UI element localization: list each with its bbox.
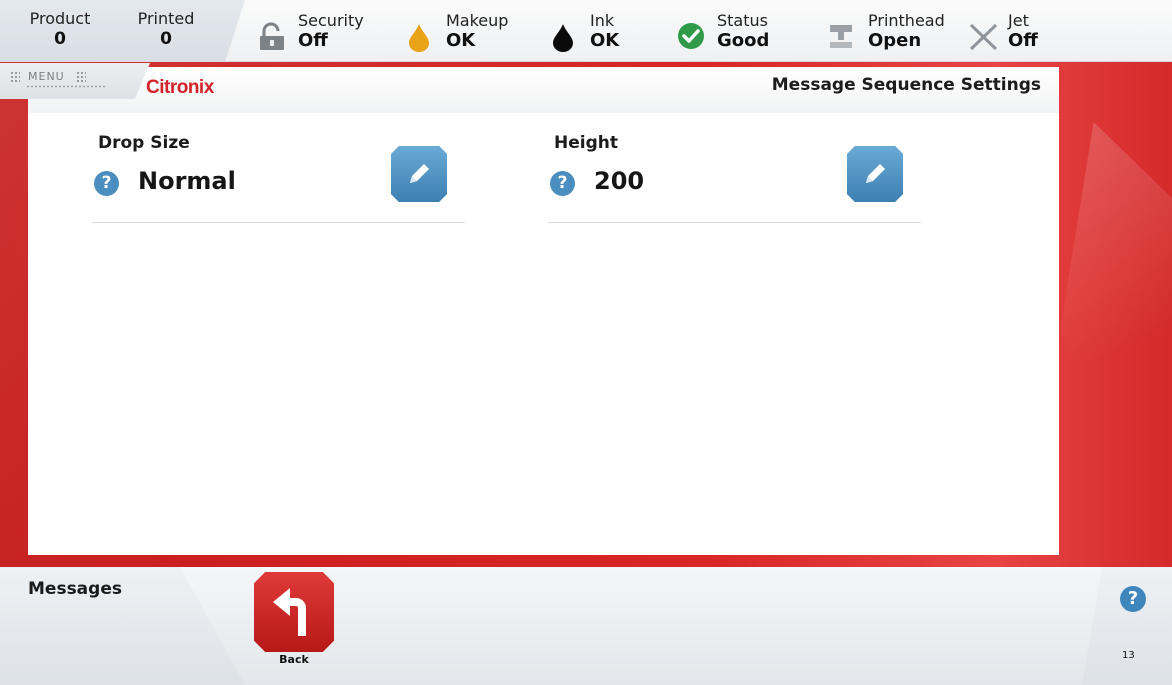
jet-status[interactable]: Jet Off bbox=[968, 12, 1058, 52]
jet-value: Off bbox=[1008, 30, 1038, 51]
brand-logo: Citronix bbox=[146, 77, 214, 98]
drop-size-label: Drop Size bbox=[98, 133, 190, 153]
drop-size-setting: Drop Size ? Normal bbox=[92, 133, 465, 223]
ink-label: Ink bbox=[590, 11, 615, 30]
pencil-icon bbox=[866, 164, 885, 183]
product-counter-value: 0 bbox=[54, 29, 66, 49]
height-setting: Height ? 200 bbox=[548, 133, 921, 223]
product-counter: Product 0 bbox=[22, 10, 98, 48]
help-icon[interactable]: ? bbox=[1120, 586, 1146, 612]
makeup-label: Makeup bbox=[446, 11, 509, 30]
status-bar: Product 0 Printed 0 Security Off Makeup … bbox=[0, 0, 1172, 62]
section-title: Messages bbox=[28, 579, 122, 599]
security-label: Security bbox=[298, 11, 364, 30]
status-label: Status bbox=[717, 11, 768, 30]
security-value: Off bbox=[298, 30, 328, 51]
menu-button[interactable]: MENU bbox=[0, 63, 150, 99]
status-value: Good bbox=[717, 30, 770, 51]
menu-dotline bbox=[26, 85, 106, 88]
makeup-drop-icon bbox=[406, 22, 436, 52]
drop-size-help-icon[interactable]: ? bbox=[94, 171, 119, 196]
bottom-bar: Messages Back ? 13 bbox=[0, 567, 1172, 685]
menu-label: MENU bbox=[28, 70, 65, 83]
bottom-right-shade bbox=[1082, 567, 1172, 685]
settings-panel: MENU Citronix Message Sequence Settings … bbox=[0, 63, 1059, 555]
makeup-value: OK bbox=[446, 30, 476, 51]
frame-facet bbox=[1060, 122, 1172, 502]
printhead-status[interactable]: Printhead Open bbox=[828, 12, 968, 52]
height-value: 200 bbox=[594, 167, 645, 195]
height-label: Height bbox=[554, 133, 618, 153]
printed-counter-value: 0 bbox=[160, 29, 172, 49]
ink-value: OK bbox=[590, 30, 620, 51]
printed-counter-label: Printed bbox=[137, 9, 195, 28]
printhead-icon bbox=[828, 22, 858, 52]
back-arrow-icon bbox=[273, 588, 306, 636]
page-number: 13 bbox=[1122, 650, 1135, 661]
printhead-label: Printhead bbox=[868, 11, 945, 30]
printhead-value: Open bbox=[868, 30, 922, 51]
height-help-icon[interactable]: ? bbox=[550, 171, 575, 196]
menu-grip-icon bbox=[10, 71, 20, 83]
height-edit-button[interactable] bbox=[847, 146, 903, 202]
security-status[interactable]: Security Off bbox=[258, 12, 388, 52]
printed-counter: Printed 0 bbox=[128, 10, 204, 48]
menu-grip-icon bbox=[76, 71, 86, 83]
padlock-open-icon bbox=[258, 22, 288, 52]
printer-status[interactable]: Status Good bbox=[677, 12, 797, 52]
drop-size-value: Normal bbox=[138, 167, 236, 195]
back-button[interactable] bbox=[254, 572, 334, 652]
jet-x-icon bbox=[968, 22, 998, 52]
back-label: Back bbox=[279, 653, 309, 666]
makeup-status[interactable]: Makeup OK bbox=[406, 12, 526, 52]
drop-size-edit-button[interactable] bbox=[391, 146, 447, 202]
panel-header: MENU Citronix Message Sequence Settings bbox=[0, 63, 1059, 113]
ink-status[interactable]: Ink OK bbox=[550, 12, 650, 52]
pencil-icon bbox=[410, 164, 429, 183]
status-check-icon bbox=[677, 22, 707, 52]
product-counter-label: Product bbox=[29, 9, 91, 28]
jet-label: Jet bbox=[1008, 11, 1029, 30]
ink-drop-icon bbox=[550, 22, 580, 52]
page-title: Message Sequence Settings bbox=[771, 75, 1041, 95]
